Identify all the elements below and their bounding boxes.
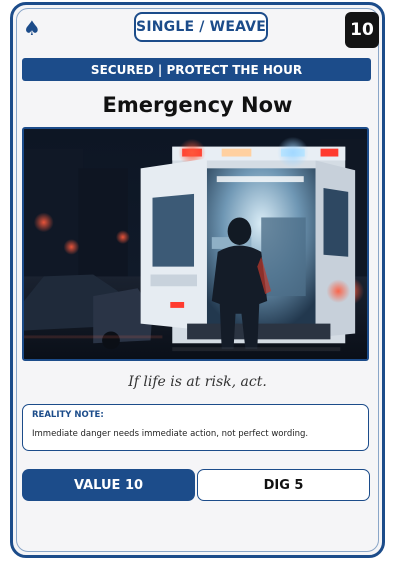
- flavor-text: If life is at risk, act.: [128, 374, 267, 390]
- dig-stat: DIG 5: [197, 469, 370, 501]
- value-stat: VALUE 10: [22, 469, 195, 501]
- ambulance-illustration: [24, 129, 367, 359]
- reality-note-label: REALITY NOTE:: [32, 410, 104, 420]
- spade-icon: ♠: [23, 16, 41, 40]
- card-number-badge: 10: [345, 12, 379, 48]
- card-type-label: SINGLE / WEAVE: [134, 12, 268, 42]
- card-title: Emergency Now: [102, 93, 293, 117]
- game-card[interactable]: ♠ SINGLE / WEAVE 10 SECURED | PROTECT TH…: [10, 2, 385, 558]
- card-artwork: [22, 127, 369, 361]
- reality-note-text: Immediate danger needs immediate action,…: [32, 429, 309, 439]
- status-banner: SECURED | PROTECT THE HOUR: [22, 58, 371, 81]
- reality-note-box: REALITY NOTE: Immediate danger needs imm…: [22, 404, 369, 451]
